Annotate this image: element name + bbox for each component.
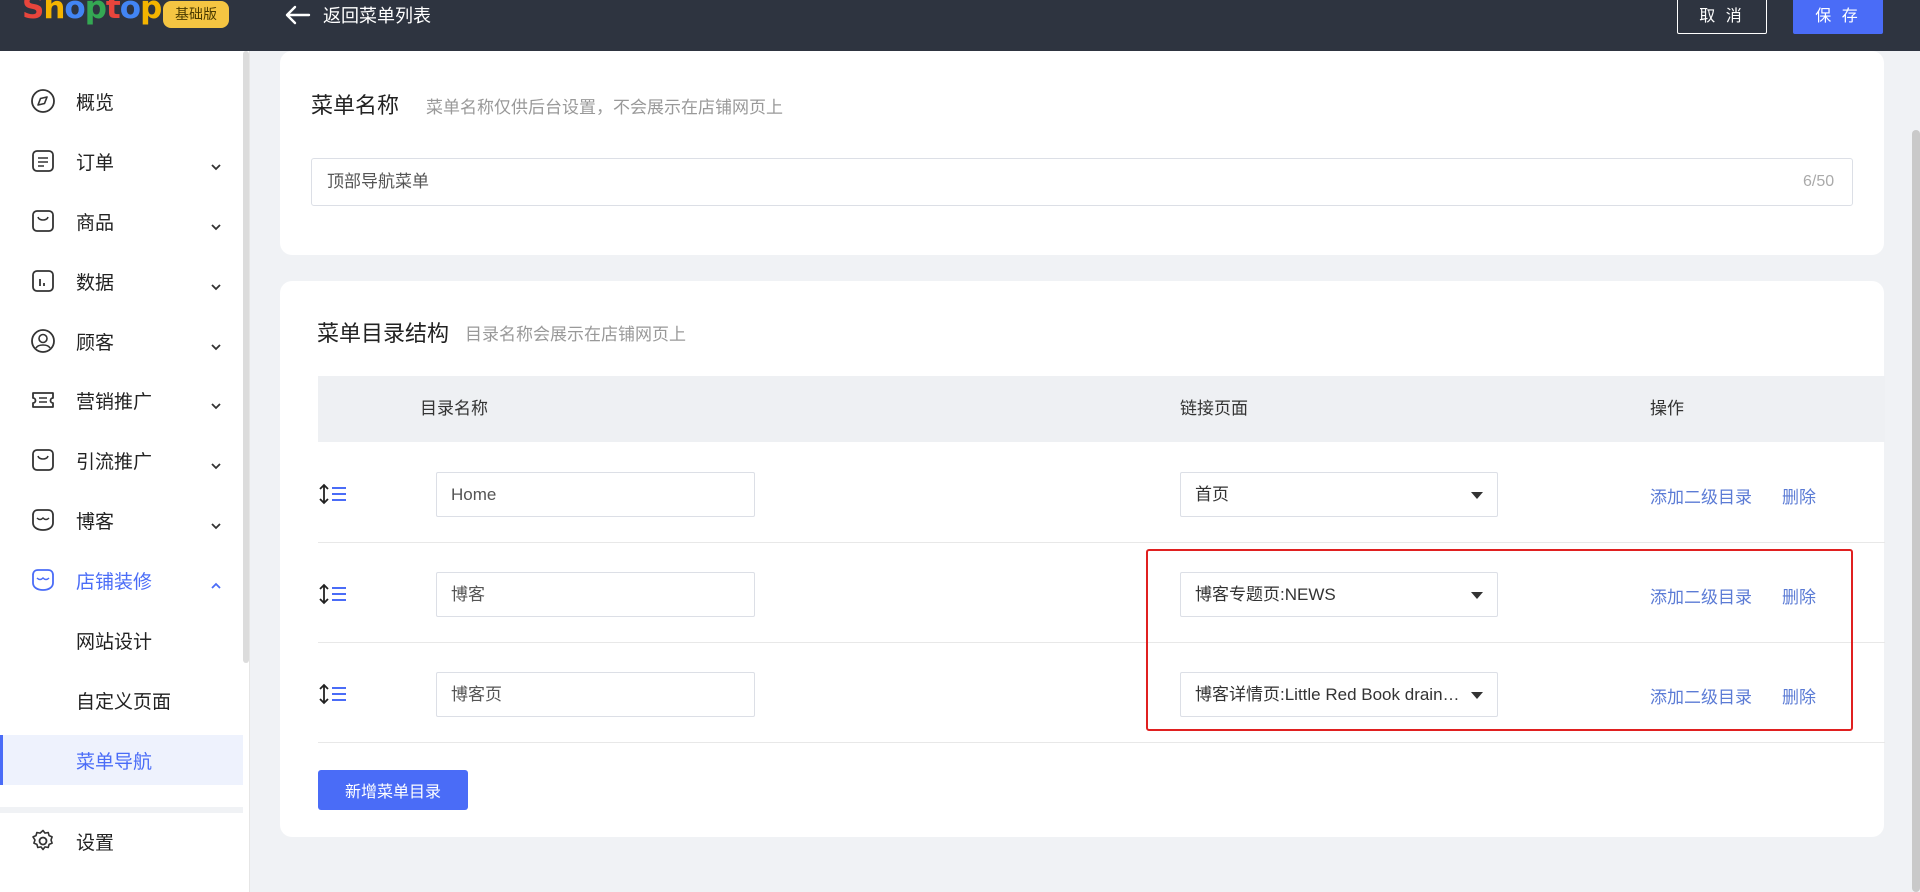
- back-label: 返回菜单列表: [323, 6, 431, 26]
- page-scrollbar[interactable]: [1912, 130, 1920, 892]
- sidebar: 概览订单商品数据顾客营销推广引流推广博客店铺装修网站设计自定义页面菜单导航设置: [0, 51, 250, 892]
- sidebar-subitem[interactable]: 网站设计: [0, 615, 243, 665]
- table-header: 目录名称 链接页面 操作: [318, 376, 1885, 442]
- save-button[interactable]: 保 存: [1793, 0, 1883, 34]
- row-divider: [318, 542, 1885, 543]
- column-header-link: 链接页面: [1180, 399, 1248, 418]
- menu-item-name-input[interactable]: 博客: [436, 572, 755, 617]
- menu-item-name-input[interactable]: 博客页: [436, 672, 755, 717]
- sidebar-subitem[interactable]: 菜单导航: [0, 735, 243, 785]
- sidebar-item-label: 概览: [76, 92, 115, 114]
- add-menu-item-button[interactable]: 新增菜单目录: [318, 770, 468, 810]
- chevron-down-icon: [210, 514, 222, 536]
- top-bar: Shoptop 基础版 返回菜单列表 取 消 保 存: [0, 0, 1920, 51]
- menu-name-card: [280, 51, 1884, 255]
- column-header-actions: 操作: [1650, 399, 1684, 418]
- back-to-menu-list[interactable]: 返回菜单列表: [285, 0, 431, 30]
- link-page-value: 首页: [1195, 485, 1229, 504]
- sidebar-item[interactable]: 概览: [0, 73, 243, 129]
- sidebar-item-label: 订单: [76, 152, 115, 174]
- sidebar-item[interactable]: 引流推广: [0, 432, 243, 488]
- sidebar-item-label: 引流推广: [76, 451, 153, 473]
- shoptop-logo[interactable]: Shoptop: [22, 0, 162, 26]
- menu-structure-hint: 目录名称会展示在店铺网页上: [465, 325, 686, 344]
- column-header-name: 目录名称: [420, 399, 488, 418]
- compass-icon: [30, 88, 56, 114]
- sidebar-item-label: 博客: [76, 511, 115, 533]
- link-page-select[interactable]: 首页: [1180, 472, 1498, 517]
- arrow-left-icon: [285, 5, 311, 25]
- drag-handle-icon[interactable]: [318, 682, 348, 706]
- chevron-down-icon: [210, 394, 222, 416]
- sidebar-subitem-label: 自定义页面: [76, 691, 172, 713]
- sidebar-item[interactable]: 数据: [0, 253, 243, 309]
- sidebar-item-label: 店铺装修: [76, 571, 153, 593]
- chevron-down-icon: [210, 215, 222, 237]
- logo-letter: S: [22, 0, 44, 26]
- sidebar-item-label: 设置: [76, 832, 115, 854]
- sidebar-subitem-label: 网站设计: [76, 631, 153, 653]
- menu-name-input[interactable]: 顶部导航菜单: [311, 158, 1853, 206]
- sidebar-subitem-label: 菜单导航: [76, 751, 153, 773]
- sidebar-item[interactable]: 订单: [0, 133, 243, 189]
- menu-name-hint: 菜单名称仅供后台设置，不会展示在店铺网页上: [426, 98, 783, 117]
- chevron-down-icon: [210, 155, 222, 177]
- logo-letter: o: [119, 0, 141, 26]
- logo-letter: h: [43, 0, 65, 26]
- ticket-icon: [30, 387, 56, 413]
- sidebar-item-label: 营销推广: [76, 391, 153, 413]
- menu-item-name-input[interactable]: Home: [436, 472, 755, 517]
- logo-letter: o: [64, 0, 85, 26]
- logo-letter: p: [84, 0, 107, 26]
- logo-letter: t: [105, 0, 121, 26]
- chevron-down-icon: [210, 335, 222, 357]
- sidebar-item-label: 数据: [76, 272, 115, 294]
- chart-icon: [30, 268, 56, 294]
- sidebar-item[interactable]: 店铺装修: [0, 552, 243, 608]
- sidebar-scrollbar[interactable]: [243, 51, 249, 663]
- sidebar-subitem[interactable]: 自定义页面: [0, 675, 243, 725]
- sidebar-item[interactable]: 博客: [0, 492, 243, 548]
- plan-badge: 基础版: [163, 1, 229, 28]
- delete-link[interactable]: 删除: [1782, 483, 1816, 508]
- drag-handle-icon[interactable]: [318, 482, 348, 506]
- sidebar-item-settings[interactable]: 设置: [0, 813, 243, 869]
- chevron-down-icon: [210, 275, 222, 297]
- row-divider: [318, 742, 1885, 743]
- menu-structure-title: 菜单目录结构: [317, 321, 450, 346]
- blog-icon: [30, 507, 56, 533]
- bag-icon: [30, 208, 56, 234]
- menu-name-counter: 6/50: [1803, 173, 1835, 190]
- cancel-button[interactable]: 取 消: [1677, 0, 1767, 34]
- menu-name-title: 菜单名称: [311, 93, 400, 118]
- order-icon: [30, 148, 56, 174]
- sidebar-item[interactable]: 营销推广: [0, 372, 243, 428]
- drag-handle-icon[interactable]: [318, 582, 348, 606]
- caret-down-icon: [1471, 492, 1483, 499]
- sidebar-item[interactable]: 顾客: [0, 313, 243, 369]
- logo-letter: p: [140, 0, 162, 26]
- chevron-up-icon: [210, 574, 222, 596]
- sidebar-item-label: 顾客: [76, 332, 115, 354]
- store-icon: [30, 567, 56, 593]
- sidebar-item-label: 商品: [76, 212, 115, 234]
- chevron-down-icon: [210, 454, 222, 476]
- bag-icon: [30, 447, 56, 473]
- gear-icon: [30, 828, 56, 854]
- highlight-box: [1146, 549, 1853, 731]
- add-submenu-link[interactable]: 添加二级目录: [1650, 483, 1752, 508]
- sidebar-item[interactable]: 商品: [0, 193, 243, 249]
- user-icon: [30, 328, 56, 354]
